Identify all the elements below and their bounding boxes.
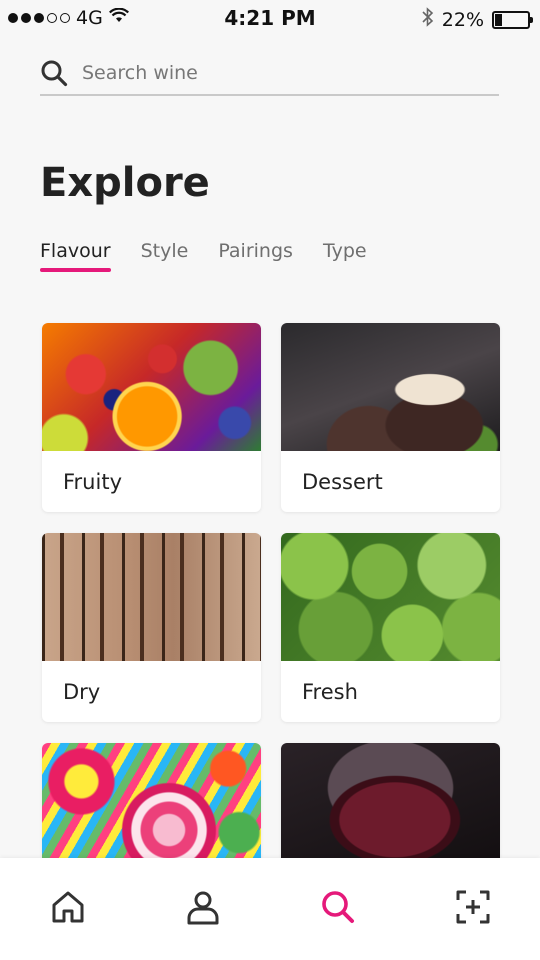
bottom-nav	[0, 858, 540, 960]
dry-wood-photo	[42, 533, 261, 661]
category-grid: Fruity Dessert Dry Fresh	[42, 323, 500, 932]
profile-icon	[185, 889, 221, 929]
category-tabs: Flavour Style Pairings Type	[40, 240, 367, 272]
battery-percent: 22%	[441, 8, 484, 31]
nav-profile[interactable]	[173, 879, 233, 939]
search-input[interactable]	[82, 62, 462, 84]
scan-add-icon	[455, 889, 491, 929]
page-title: Explore	[40, 160, 210, 206]
fruits-photo	[42, 323, 261, 451]
nav-scan[interactable]	[443, 879, 503, 939]
category-card-fresh[interactable]: Fresh	[281, 533, 500, 722]
search-icon	[40, 59, 68, 87]
card-label: Dessert	[302, 469, 383, 494]
search-icon	[320, 889, 356, 929]
nav-search[interactable]	[308, 879, 368, 939]
category-card-dessert[interactable]: Dessert	[281, 323, 500, 512]
green-lettuce-photo	[281, 533, 500, 661]
card-label: Fresh	[302, 679, 358, 704]
category-card-dry[interactable]: Dry	[42, 533, 261, 722]
battery-fill	[495, 13, 503, 26]
candy-photo	[42, 743, 261, 871]
category-card-fruity[interactable]: Fruity	[42, 323, 261, 512]
card-label: Dry	[63, 679, 101, 704]
nav-home[interactable]	[38, 879, 98, 939]
bluetooth-icon	[422, 7, 434, 32]
tab-pairings[interactable]: Pairings	[218, 240, 293, 270]
chocolate-cupcake-photo	[281, 323, 500, 451]
tab-flavour[interactable]: Flavour	[40, 240, 111, 272]
status-bar: 4G 4:21 PM 22%	[0, 0, 540, 36]
tab-type[interactable]: Type	[323, 240, 367, 270]
battery-icon	[492, 10, 533, 29]
card-label: Fruity	[63, 469, 122, 494]
search-bar[interactable]	[40, 52, 499, 96]
status-right: 22%	[422, 7, 533, 32]
red-wine-glass-photo	[281, 743, 500, 871]
tab-style[interactable]: Style	[141, 240, 189, 270]
home-icon	[50, 889, 86, 929]
